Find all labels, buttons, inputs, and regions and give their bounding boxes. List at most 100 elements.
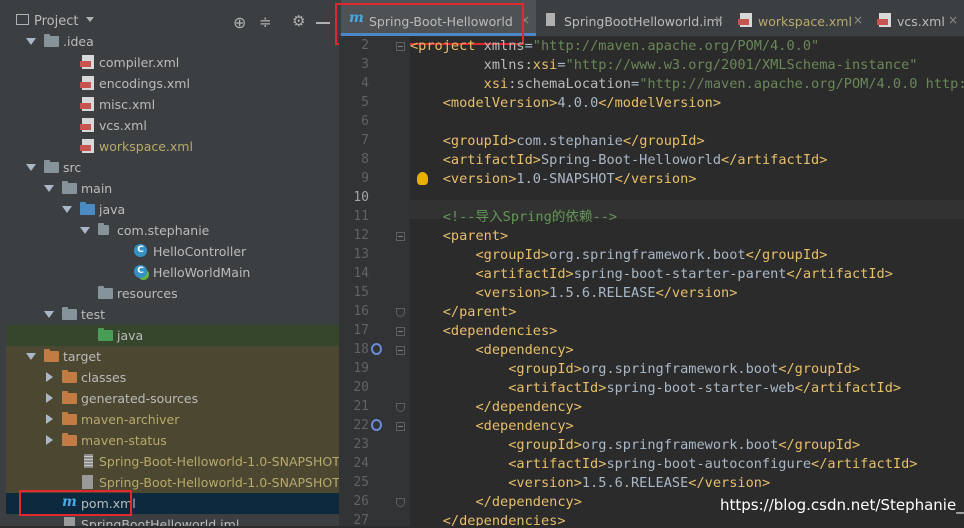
editor-tab[interactable]: vcs.xml × — [869, 0, 964, 36]
tree-row[interactable]: java — [6, 325, 339, 346]
line-number: 24 — [353, 456, 369, 471]
fold-marker-icon[interactable] — [396, 308, 405, 317]
line-number: 7 — [361, 133, 369, 148]
tree-row[interactable]: target — [6, 346, 339, 367]
code-token: <version> — [508, 475, 582, 491]
code-token: <artifactId> — [475, 266, 574, 282]
collapse-icon[interactable]: ≑ — [259, 13, 272, 31]
code-token: xsi — [483, 76, 509, 92]
editor-tab[interactable]: SpringBootHelloworld.iml × — [536, 0, 730, 36]
excluded-folder-icon — [62, 391, 78, 406]
fold-marker-icon[interactable] — [396, 422, 405, 431]
code-token: com.stephanie — [516, 133, 623, 149]
expand-arrow-icon[interactable] — [44, 182, 54, 194]
tree-row[interactable]: encodings.xml — [6, 73, 339, 94]
iml-file-icon — [544, 13, 555, 26]
fold-marker-icon[interactable] — [396, 346, 405, 355]
gear-icon[interactable]: ⚙ — [292, 12, 305, 30]
tree-row[interactable]: maven-status — [6, 430, 339, 451]
crosshair-icon[interactable]: ⊕ — [233, 13, 246, 32]
tree-item-label: vcs.xml — [99, 118, 147, 133]
line-number: 10 — [353, 190, 369, 205]
xml-file-icon — [80, 139, 96, 154]
tree-item-label: maven-status — [81, 433, 167, 448]
tab-close-icon[interactable]: × — [948, 13, 958, 27]
project-panel-title[interactable]: Project — [34, 14, 78, 29]
tree-row[interactable]: C HelloWorldMain — [6, 262, 339, 283]
tree-item-label: maven-archiver — [81, 412, 180, 427]
dropdown-icon[interactable] — [86, 17, 94, 22]
code-line: <groupId>org.springframework.boot</group… — [410, 246, 827, 265]
expand-arrow-icon[interactable] — [26, 350, 36, 362]
tree-row[interactable]: classes — [6, 367, 339, 388]
tree-row[interactable]: test — [6, 304, 339, 325]
tree-row[interactable]: .idea — [6, 31, 339, 52]
tree-row[interactable]: vcs.xml — [6, 115, 339, 136]
code-token: <dependency> — [475, 342, 574, 358]
code-line: <artifactId>spring-boot-autoconfigure</a… — [410, 455, 917, 474]
hide-icon[interactable] — [316, 22, 330, 24]
fold-marker-icon[interactable] — [396, 403, 405, 412]
expand-arrow-icon[interactable] — [80, 224, 90, 236]
fold-marker-icon[interactable] — [396, 327, 405, 336]
tree-row[interactable]: misc.xml — [6, 94, 339, 115]
fold-marker-icon[interactable] — [396, 498, 405, 507]
tree-row[interactable]: java — [6, 199, 339, 220]
run-config-icon[interactable] — [371, 419, 382, 431]
code-line: <version>1.0-SNAPSHOT</version> — [410, 170, 697, 189]
tree-row[interactable]: C HelloController — [6, 241, 339, 262]
tree-row[interactable]: main — [6, 178, 339, 199]
collapse-arrow-icon[interactable] — [44, 392, 54, 404]
tree-row[interactable]: workspace.xml — [6, 136, 339, 157]
tab-close-icon[interactable]: × — [853, 13, 863, 27]
collapse-arrow-icon[interactable] — [44, 434, 54, 446]
run-config-icon[interactable] — [371, 343, 382, 355]
tree-item-label: src — [63, 160, 82, 175]
tree-row[interactable]: maven-archiver — [6, 409, 339, 430]
collapse-arrow-icon[interactable] — [44, 371, 54, 383]
expand-arrow-icon[interactable] — [62, 203, 72, 215]
line-number: 11 — [353, 209, 369, 224]
code-token: <groupId> — [475, 247, 550, 263]
code-token: spring-boot-starter-web — [606, 380, 795, 396]
tree-item-label: misc.xml — [99, 97, 156, 112]
collapse-arrow-icon[interactable] — [44, 413, 54, 425]
tab-close-icon[interactable]: × — [714, 13, 724, 27]
tree-item-label: resources — [117, 286, 178, 301]
editor-tab[interactable]: workspace.xml × — [730, 0, 869, 36]
code-token: </artifactId> — [811, 456, 918, 472]
tree-row[interactable]: generated-sources — [6, 388, 339, 409]
tree-row[interactable]: src — [6, 157, 339, 178]
tree-row[interactable]: compiler.xml — [6, 52, 339, 73]
line-number: 15 — [353, 285, 369, 300]
expand-arrow-icon[interactable] — [26, 35, 36, 47]
code-token: <artifactId> — [442, 152, 541, 168]
tree-item-label: java — [99, 202, 126, 217]
fold-marker-icon[interactable] — [396, 232, 405, 241]
line-number: 9 — [361, 171, 369, 186]
code-token: :schemaLocation — [508, 76, 631, 92]
code-token: <dependencies> — [442, 323, 558, 339]
tree-item-label: Spring-Boot-Helloworld-1.0-SNAPSHOT.jar — [99, 454, 339, 469]
code-token: </version> — [614, 171, 697, 187]
tree-item-label: workspace.xml — [99, 139, 193, 154]
expand-arrow-icon[interactable] — [26, 161, 36, 173]
tree-item-label: HelloController — [153, 244, 247, 259]
code-token: </groupId> — [778, 361, 861, 377]
line-number: 25 — [353, 475, 369, 490]
fold-marker-icon[interactable] — [396, 42, 405, 51]
code-editor[interactable]: <project xmlns="http://maven.apache.org/… — [410, 37, 964, 526]
tree-row[interactable]: Spring-Boot-Helloworld-1.0-SNAPSHOT.jar — [6, 451, 339, 472]
tree-row[interactable]: com.stephanie — [6, 220, 339, 241]
expand-arrow-icon[interactable] — [44, 308, 54, 320]
tree-row[interactable]: resources — [6, 283, 339, 304]
excluded-folder-icon — [62, 370, 78, 385]
code-line: <dependency> — [410, 417, 573, 436]
